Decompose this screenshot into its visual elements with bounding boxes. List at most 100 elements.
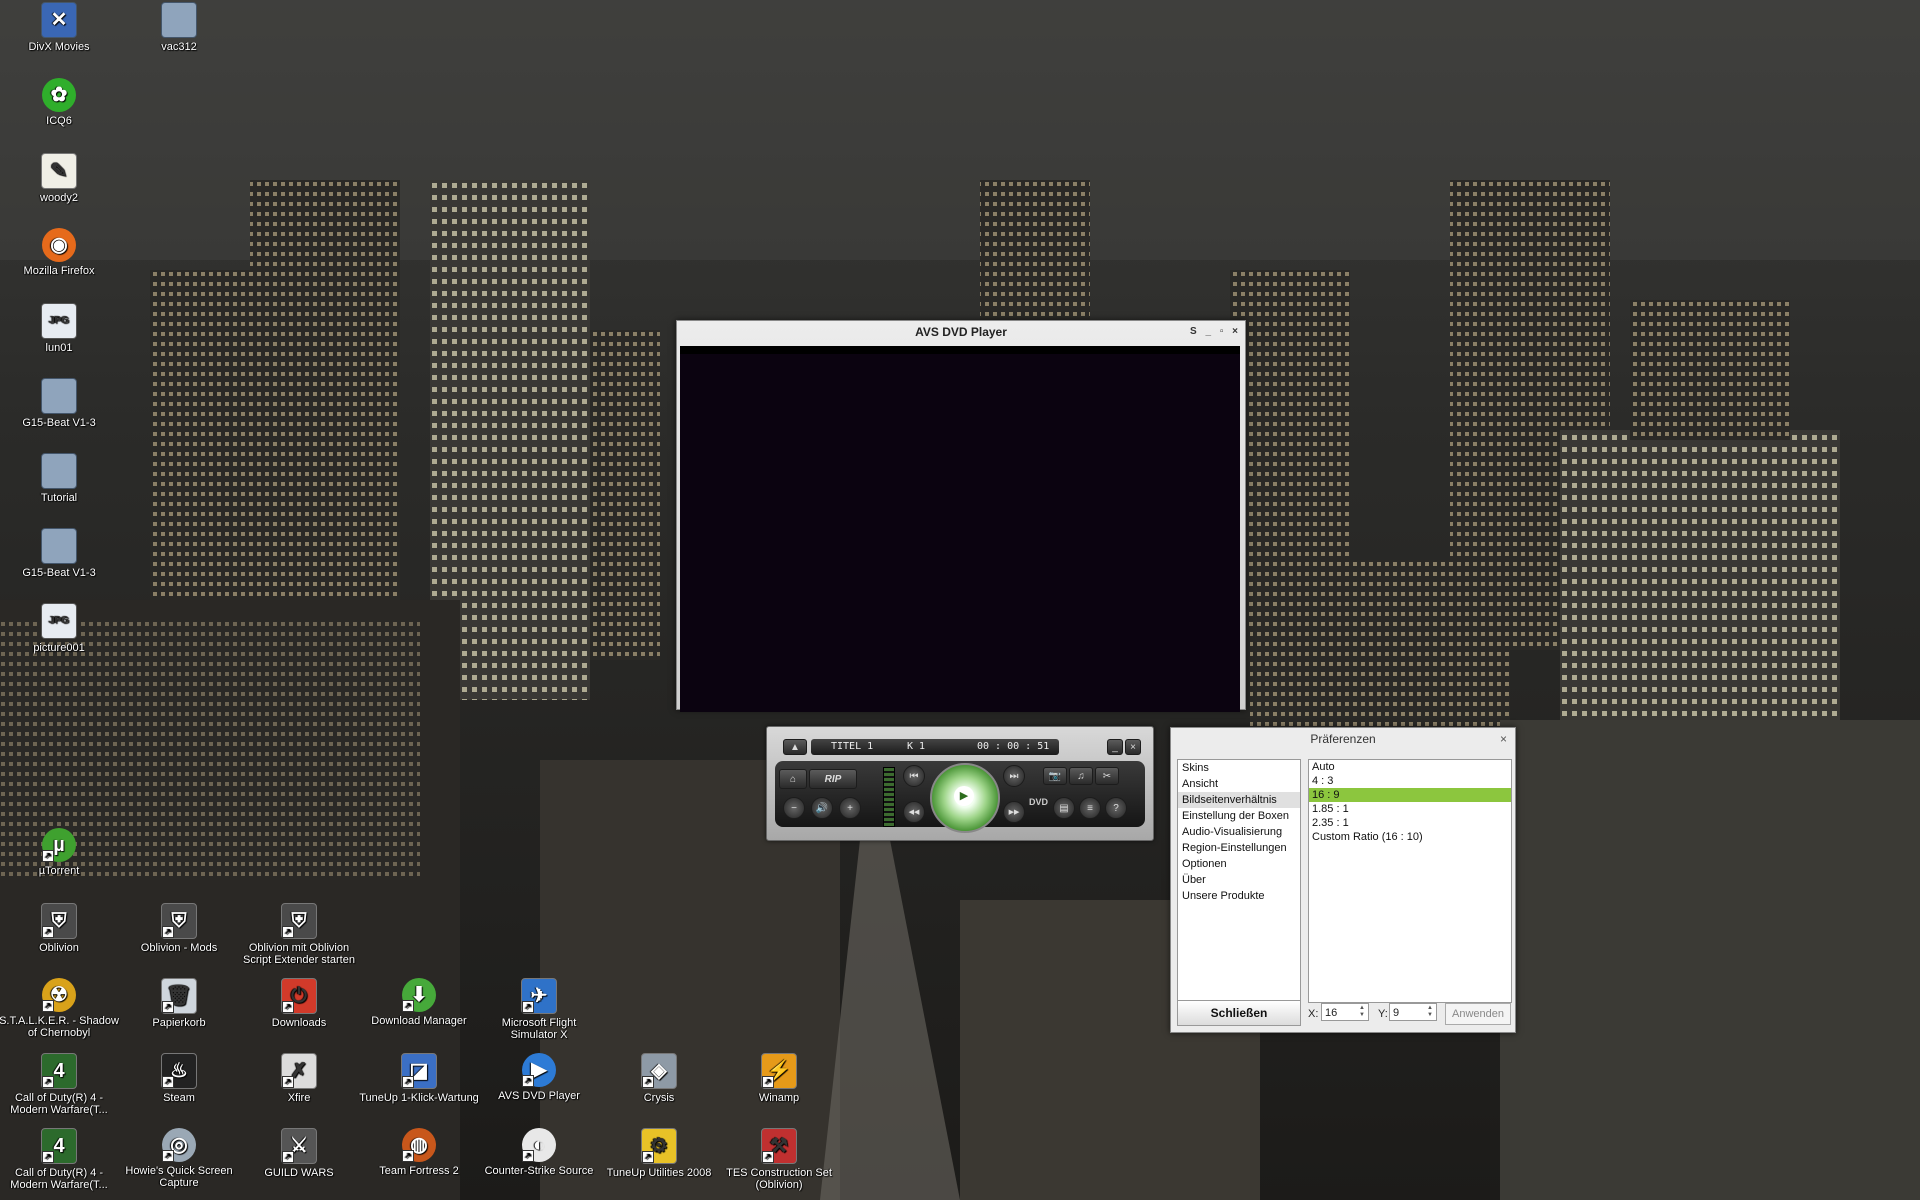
close-player-button[interactable]: × bbox=[1125, 739, 1141, 755]
desktop-icon[interactable]: 4 ↗ Call of Duty(R) 4 - Modern Warfare(T..… bbox=[0, 1128, 119, 1191]
desktop-icon[interactable]: Tutorial bbox=[0, 453, 119, 504]
close-icon[interactable]: × bbox=[1500, 728, 1507, 750]
desktop-icon[interactable]: ◈ ↗ Crysis bbox=[599, 1053, 719, 1104]
desktop-icon[interactable]: ✿ ICQ6 bbox=[0, 78, 119, 127]
recycle-bin-icon: 🗑 ↗ bbox=[161, 978, 197, 1014]
y-ratio-field[interactable]: 9 ▲ ▼ bbox=[1389, 1003, 1437, 1021]
y-spinner-icon[interactable]: ▲ ▼ bbox=[1425, 1005, 1435, 1019]
video-window-titlebar[interactable]: AVS DVD Player S _ ▫ × bbox=[677, 321, 1245, 343]
category-item[interactable]: Über bbox=[1178, 872, 1300, 888]
desktop-icon[interactable]: ⛨ ↗ Oblivion bbox=[0, 903, 119, 954]
aspect-option-item[interactable]: Custom Ratio (16 : 10) bbox=[1309, 830, 1511, 844]
desktop-icon[interactable]: JPG lun01 bbox=[0, 303, 119, 354]
volume-up-button[interactable]: + bbox=[839, 797, 861, 819]
rewind-button[interactable]: ◀◀ bbox=[903, 801, 925, 823]
desktop-icon[interactable]: vac312 bbox=[119, 2, 239, 53]
desktop-icon[interactable]: ▶ ↗ AVS DVD Player bbox=[479, 1053, 599, 1102]
category-item[interactable]: Skins bbox=[1178, 760, 1300, 776]
y-ratio-value: 9 bbox=[1393, 1007, 1400, 1019]
rip-button[interactable]: RIP bbox=[809, 769, 857, 789]
avs-dvd-player-window[interactable]: AVS DVD Player S _ ▫ × bbox=[676, 320, 1246, 712]
desktop-icon-label: Counter-Strike Source bbox=[484, 1165, 594, 1177]
apply-button[interactable]: Anwenden bbox=[1445, 1003, 1511, 1025]
category-item[interactable]: Audio-Visualisierung bbox=[1178, 824, 1300, 840]
desktop-icon[interactable]: µ ↗ µTorrent bbox=[0, 828, 119, 877]
shortcut-arrow-icon: ↗ bbox=[42, 1151, 54, 1163]
desktop-icon[interactable]: ◍ ↗ Team Fortress 2 bbox=[359, 1128, 479, 1177]
preferences-titlebar[interactable]: Präferenzen × bbox=[1171, 728, 1515, 750]
audio-track-button[interactable]: ♫ bbox=[1069, 767, 1093, 785]
desktop-icon[interactable]: G15-Beat V1-3 bbox=[0, 528, 119, 579]
previous-button[interactable]: ⏮ bbox=[903, 765, 925, 787]
category-item[interactable]: Ansicht bbox=[1178, 776, 1300, 792]
eject-button[interactable]: ▲ bbox=[783, 739, 807, 755]
close-button[interactable]: Schließen bbox=[1177, 1000, 1301, 1026]
shortcut-arrow-icon: ↗ bbox=[162, 1001, 174, 1013]
help-button[interactable]: ? bbox=[1105, 797, 1127, 819]
desktop-icon[interactable]: ☢ ↗ S.T.A.L.K.E.R. - Shadow of Chernobyl bbox=[0, 978, 119, 1039]
desktop-icon[interactable]: ◐ ↗ Counter-Strike Source bbox=[479, 1128, 599, 1177]
play-icon: ▶ bbox=[954, 786, 974, 806]
next-button[interactable]: ⏭ bbox=[1003, 765, 1025, 787]
category-item[interactable]: Einstellung der Boxen bbox=[1178, 808, 1300, 824]
category-item[interactable]: Unsere Produkte bbox=[1178, 888, 1300, 904]
aspect-option-item[interactable]: Auto bbox=[1309, 760, 1511, 774]
desktop-icon[interactable]: ⚙ ↗ TuneUp Utilities 2008 bbox=[599, 1128, 719, 1179]
oblivion-mods-icon: ⛨ ↗ bbox=[161, 903, 197, 939]
desktop-icon-label: GUILD WARS bbox=[264, 1167, 334, 1179]
x-ratio-field[interactable]: 16 ▲ ▼ bbox=[1321, 1003, 1369, 1021]
category-item[interactable]: Optionen bbox=[1178, 856, 1300, 872]
desktop-icon[interactable]: ✎ woody2 bbox=[0, 153, 119, 204]
desktop-icon-label: Call of Duty(R) 4 - Modern Warfare(T... bbox=[10, 1092, 108, 1116]
preferences-title: Präferenzen bbox=[1310, 732, 1376, 746]
desktop-icon-label: TuneUp Utilities 2008 bbox=[606, 1167, 712, 1179]
desktop-icon[interactable]: ◎ ↗ Howie's Quick Screen Capture bbox=[119, 1128, 239, 1189]
fast-forward-button[interactable]: ▶▶ bbox=[1003, 801, 1025, 823]
desktop-icon[interactable]: ⏻ ↗ Downloads bbox=[239, 978, 359, 1029]
desktop-icon[interactable]: ♨ ↗ Steam bbox=[119, 1053, 239, 1104]
winamp-icon: ⚡ ↗ bbox=[761, 1053, 797, 1089]
desktop-icon[interactable]: ⚡ ↗ Winamp bbox=[719, 1053, 839, 1104]
desktop-icon[interactable]: G15-Beat V1-3 bbox=[0, 378, 119, 429]
minimize-player-button[interactable]: _ bbox=[1107, 739, 1123, 755]
category-item[interactable]: Bildseitenverhältnis bbox=[1178, 792, 1300, 808]
desktop-icon-label: Papierkorb bbox=[152, 1017, 206, 1029]
home-button[interactable]: ⌂ bbox=[779, 769, 807, 789]
tuneup-icon: ◪ ↗ bbox=[401, 1053, 437, 1089]
volume-meter[interactable] bbox=[883, 767, 895, 827]
desktop-icon[interactable]: ✕ DivX Movies bbox=[0, 2, 119, 53]
desktop-icon-label: Call of Duty(R) 4 - Modern Warfare(T... bbox=[10, 1167, 108, 1191]
preferences-dialog: Präferenzen × Skins Ansicht Bildseitenverh… bbox=[1170, 727, 1516, 1033]
x-spinner-icon[interactable]: ▲ ▼ bbox=[1357, 1005, 1367, 1019]
preferences-category-list: Skins Ansicht Bildseitenverhältnis Einstell… bbox=[1177, 759, 1301, 1003]
desktop-icon[interactable]: ⚒ ↗ TES Construction Set (Oblivion) bbox=[719, 1128, 839, 1191]
aspect-option-item[interactable]: 16 : 9 bbox=[1309, 788, 1511, 802]
desktop-icon[interactable]: ◉ Mozilla Firefox bbox=[0, 228, 119, 277]
mute-button[interactable]: 🔊 bbox=[811, 797, 833, 819]
subtitle-button[interactable]: ≡ bbox=[1079, 797, 1101, 819]
category-item[interactable]: Region-Einstellungen bbox=[1178, 840, 1300, 856]
aspect-option-item[interactable]: 2.35 : 1 bbox=[1309, 816, 1511, 830]
desktop-icon-label: lun01 bbox=[45, 342, 73, 354]
desktop-icon[interactable]: JPG picture001 bbox=[0, 603, 119, 654]
desktop-icon[interactable]: ⛨ ↗ Oblivion - Mods bbox=[119, 903, 239, 954]
desktop-icon[interactable]: ⬇ ↗ Download Manager bbox=[359, 978, 479, 1027]
desktop-icon-label: TES Construction Set (Oblivion) bbox=[726, 1167, 832, 1191]
volume-down-button[interactable]: − bbox=[783, 797, 805, 819]
aspect-option-item[interactable]: 4 : 3 bbox=[1309, 774, 1511, 788]
video-display-area[interactable] bbox=[680, 346, 1240, 712]
settings-button[interactable]: ✂ bbox=[1095, 767, 1119, 785]
desktop-icon[interactable]: 🗑 ↗ Papierkorb bbox=[119, 978, 239, 1029]
desktop-icon[interactable]: 4 ↗ Call of Duty(R) 4 - Modern Warfare(T..… bbox=[0, 1053, 119, 1116]
menu-button[interactable]: ▤ bbox=[1053, 797, 1075, 819]
window-controls[interactable]: S _ ▫ × bbox=[1190, 321, 1241, 343]
snapshot-button[interactable]: 📷 bbox=[1043, 767, 1067, 785]
desktop-icon[interactable]: ⚔ ↗ GUILD WARS bbox=[239, 1128, 359, 1179]
desktop-icon[interactable]: ◪ ↗ TuneUp 1-Klick-Wartung bbox=[359, 1053, 479, 1104]
desktop-icon[interactable]: ⛨ ↗ Oblivion mit Oblivion Script Extender … bbox=[239, 903, 359, 966]
play-button[interactable]: ▶ bbox=[930, 763, 1000, 833]
aspect-option-item[interactable]: 1.85 : 1 bbox=[1309, 802, 1511, 816]
desktop-icon[interactable]: ✈ ↗ Microsoft Flight Simulator X bbox=[479, 978, 599, 1041]
icq-flower-icon: ✿ bbox=[42, 78, 76, 112]
desktop-icon[interactable]: ✗ ↗ Xfire bbox=[239, 1053, 359, 1104]
